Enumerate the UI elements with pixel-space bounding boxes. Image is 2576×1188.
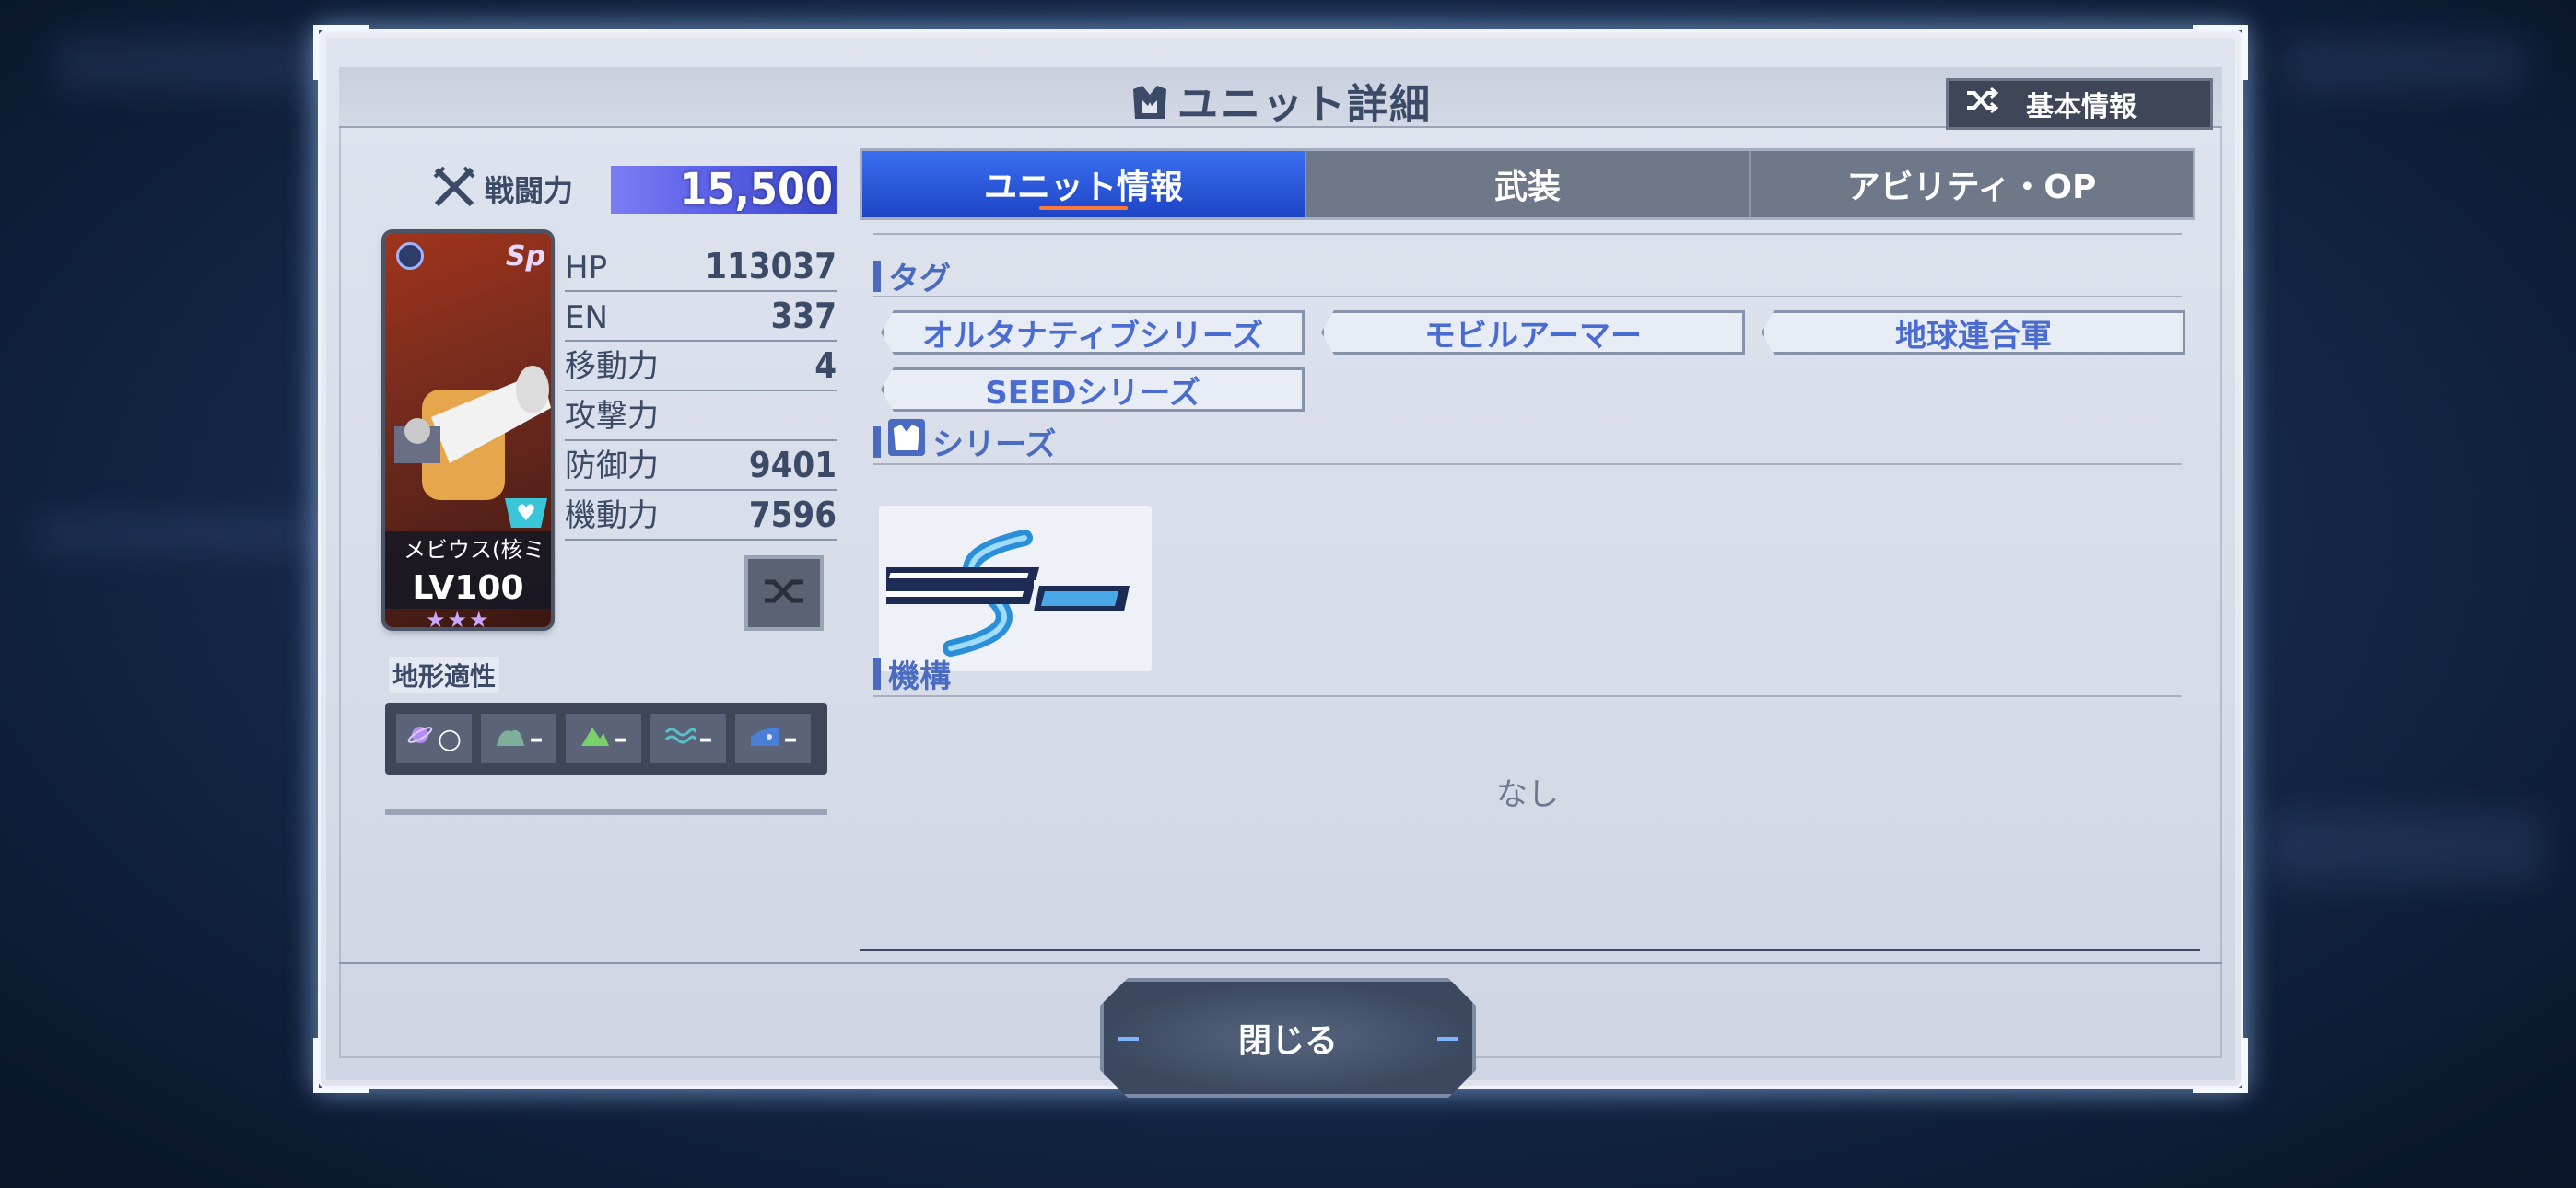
terrain-rating: –	[614, 722, 628, 755]
background-shape	[55, 37, 332, 92]
divider	[385, 809, 827, 815]
terrain-water: –	[650, 714, 726, 763]
decorative-dash	[1437, 1037, 1458, 1041]
heart-icon: ♥	[505, 498, 547, 528]
decorative-dash	[1118, 1037, 1139, 1041]
stat-value: 337	[770, 296, 837, 336]
stat-label: 移動力	[565, 348, 659, 385]
stat-label: EN	[565, 299, 608, 336]
divider	[873, 296, 2182, 297]
basic-info-button[interactable]: 基本情報	[1946, 78, 2213, 130]
stat-row-defense: 防御力 9401	[565, 441, 837, 491]
tag-item: 地球連合軍	[1762, 310, 2185, 355]
unit-artwork	[394, 353, 551, 518]
stat-value: 7596	[748, 495, 837, 535]
gundam-head-icon	[1130, 82, 1170, 133]
gundam-head-icon	[888, 419, 925, 464]
stat-row-movement: 移動力 4	[565, 342, 837, 391]
divider	[873, 695, 2182, 697]
gundam-seed-logo-image	[886, 530, 1135, 657]
tag-list: オルタナティブシリーズ モビルアーマー 地球連合軍 SEEDシリーズ	[881, 310, 2185, 412]
mechanism-value: なし	[1496, 776, 1559, 813]
unit-detail-modal: ユニット詳細 基本情報 戦闘力 15,500 Sp ♥ メビウス(核ミ LV10…	[313, 25, 2248, 1093]
background-shape	[37, 516, 313, 553]
terrain-rating: –	[783, 722, 798, 755]
tag-item: オルタナティブシリーズ	[881, 310, 1305, 355]
series-title-text: シリーズ	[932, 426, 1057, 463]
frame-corner	[313, 1038, 369, 1093]
terrain-rating: ○	[437, 722, 463, 755]
stat-row-en: EN 337	[565, 292, 837, 342]
stat-label: HP	[565, 250, 608, 286]
space-icon	[406, 721, 434, 756]
unit-name: メビウス(核ミ	[385, 531, 551, 568]
water-icon	[664, 723, 697, 755]
stat-label: 機動力	[565, 497, 659, 534]
air-icon	[495, 723, 526, 755]
terrain-underwater: –	[735, 714, 811, 763]
stat-row-attack: 攻撃力	[565, 391, 837, 441]
tab-abilities[interactable]: アビリティ・OP	[1751, 151, 2193, 217]
stat-value: 4	[814, 345, 837, 386]
stat-row-mobility: 機動力 7596	[565, 491, 837, 541]
divider	[873, 233, 2182, 235]
stat-value: 113037	[705, 246, 837, 286]
basic-info-button-label: 基本情報	[2026, 91, 2137, 123]
tags-section-title: タグ	[873, 253, 2182, 298]
rarity-stars: ★★★	[426, 607, 491, 627]
mechanism-section-title: 機構	[873, 651, 2182, 696]
sp-badge: Sp	[505, 240, 545, 273]
unit-card[interactable]: Sp ♥ メビウス(核ミ LV100 ★★★	[385, 233, 551, 627]
terrain-aptitude-panel: ○ – – – –	[385, 703, 827, 775]
unit-level: LV100	[385, 568, 551, 609]
background-shape	[2285, 37, 2524, 92]
terrain-rating: –	[529, 722, 544, 755]
tags-title-text: タグ	[888, 261, 951, 297]
terrain-air: –	[481, 714, 556, 763]
frame-corner	[2193, 1038, 2248, 1093]
underwater-icon	[749, 723, 780, 755]
tab-weapons[interactable]: 武装	[1306, 151, 1751, 217]
background-shape	[2266, 810, 2543, 884]
terrain-ground: –	[566, 714, 641, 763]
divider	[873, 463, 2182, 465]
series-section-title: シリーズ	[873, 419, 2182, 464]
combat-power-value: 15,500	[611, 166, 837, 214]
terrain-space: ○	[396, 714, 472, 763]
shuffle-icon	[761, 573, 807, 613]
combat-power-label: 戦闘力	[485, 173, 574, 208]
combat-power-row: 戦闘力	[431, 161, 573, 216]
ground-icon	[580, 723, 611, 755]
mechanism-title-text: 機構	[888, 658, 951, 695]
swap-unit-button[interactable]	[744, 555, 824, 631]
close-button-label: 閉じる	[1237, 1022, 1338, 1060]
shield-icon	[396, 242, 424, 270]
tag-item: モビルアーマー	[1321, 310, 1745, 355]
divider	[339, 962, 2222, 964]
terrain-aptitude-label: 地形適性	[389, 657, 500, 693]
tag-item: SEEDシリーズ	[881, 367, 1305, 412]
series-logo	[879, 506, 1152, 671]
crossed-swords-icon	[431, 164, 477, 214]
stats-list: HP 113037 EN 337 移動力 4 攻撃力 防御力 9401 機動力 …	[565, 242, 837, 541]
close-button[interactable]: 閉じる	[1100, 978, 1476, 1098]
tab-bar: ユニット情報 武装 アビリティ・OP	[860, 148, 2195, 220]
tab-unit-info[interactable]: ユニット情報	[862, 151, 1306, 217]
divider	[860, 949, 2200, 951]
shuffle-icon	[1965, 87, 1999, 122]
stat-value: 9401	[748, 445, 837, 485]
stat-label: 攻撃力	[565, 398, 659, 435]
stat-label: 防御力	[565, 448, 659, 484]
stat-row-hp: HP 113037	[565, 242, 837, 292]
terrain-rating: –	[698, 722, 713, 755]
modal-title-text: ユニット詳細	[1177, 81, 1432, 128]
